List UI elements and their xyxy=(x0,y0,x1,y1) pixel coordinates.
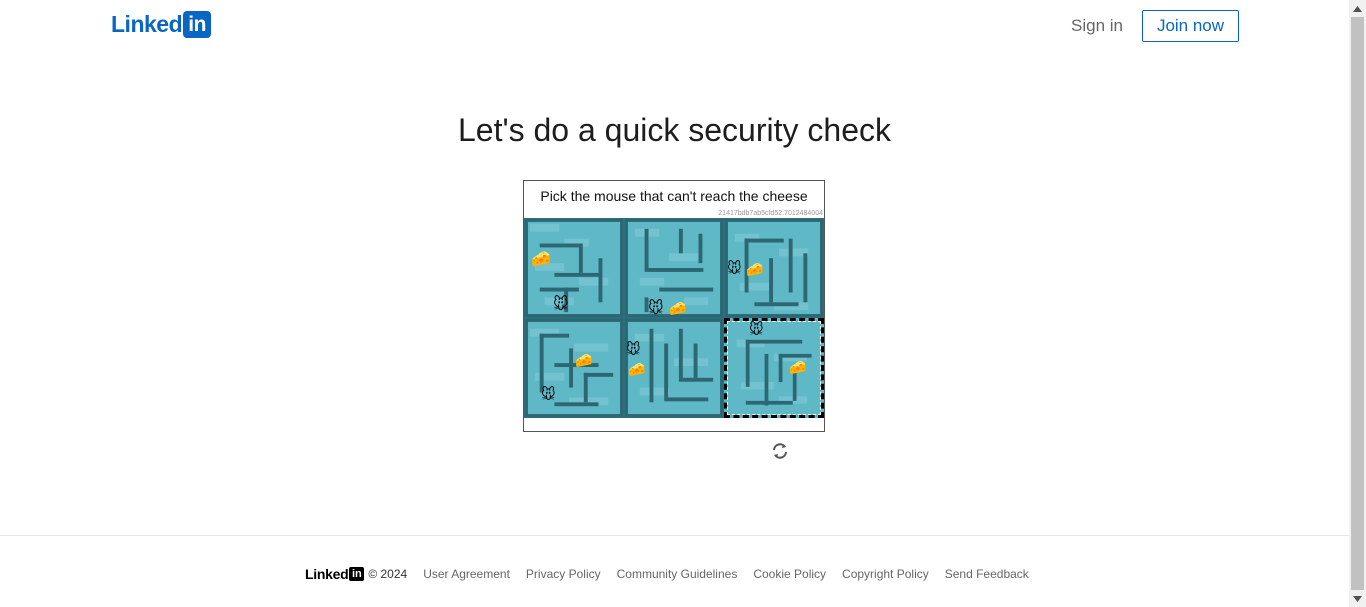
footer-link-community-guidelines[interactable]: Community Guidelines xyxy=(617,567,738,581)
cheese-icon: 🧀 xyxy=(531,251,551,268)
maze-tile-4[interactable]: 🧀 🐭 xyxy=(524,318,624,418)
mouse-icon: 🐭 xyxy=(648,300,664,317)
logo-in-box: in xyxy=(183,10,212,38)
maze-tile-3[interactable]: 🐭 🧀 xyxy=(724,218,824,318)
mouse-icon: 🐭 xyxy=(626,341,641,357)
captcha-grid: 🧀 🐭 🐭 🧀 🐭 🧀 🧀 🐭 🐭 🧀 🐭 🧀 xyxy=(524,218,824,418)
maze-4-image xyxy=(525,319,623,417)
maze-tile-6[interactable]: 🐭 🧀 xyxy=(724,318,824,418)
mouse-icon: 🐭 xyxy=(749,321,764,337)
cheese-icon: 🧀 xyxy=(789,359,807,375)
captcha-widget: Pick the mouse that can't reach the chee… xyxy=(523,180,825,432)
sign-in-link[interactable]: Sign in xyxy=(1064,10,1130,42)
join-now-button[interactable]: Join now xyxy=(1142,10,1239,42)
footer-logo-word: Linked xyxy=(305,566,349,582)
scrollbar[interactable] xyxy=(1349,0,1366,607)
main-content: Linked in Sign in Join now Let's do a qu… xyxy=(0,0,1349,607)
footer-link-copyright-policy[interactable]: Copyright Policy xyxy=(842,567,929,581)
footer-logo-in: in xyxy=(351,567,362,580)
scroll-up-arrow-icon[interactable] xyxy=(1349,0,1366,17)
cheese-icon: 🧀 xyxy=(746,261,764,277)
maze-tile-5[interactable]: 🐭 🧀 xyxy=(624,318,724,418)
captcha-hash: 21417bdb7ab5cfd52.7012484004 xyxy=(718,210,823,217)
mouse-icon: 🐭 xyxy=(553,296,569,313)
logo-word: Linked xyxy=(111,11,183,37)
footer-link-send-feedback[interactable]: Send Feedback xyxy=(945,567,1029,581)
footer-link-cookie-policy[interactable]: Cookie Policy xyxy=(753,567,826,581)
scroll-down-arrow-icon[interactable] xyxy=(1349,590,1366,607)
footer-logo-box: in xyxy=(349,567,365,581)
footer-row: Linked in © 2024 User Agreement Privacy … xyxy=(305,566,1045,582)
footer: Linked in © 2024 User Agreement Privacy … xyxy=(0,535,1349,607)
linkedin-logo[interactable]: Linked in xyxy=(111,10,212,38)
refresh-icon[interactable] xyxy=(770,441,790,461)
logo-in-text: in xyxy=(188,12,206,36)
mouse-icon: 🐭 xyxy=(541,386,556,402)
copyright: © 2024 xyxy=(368,567,408,581)
footer-logo: Linked in xyxy=(305,566,365,582)
footer-link-user-agreement[interactable]: User Agreement xyxy=(423,567,510,581)
maze-6-image xyxy=(736,339,812,406)
mouse-icon: 🐭 xyxy=(727,260,742,276)
page-title: Let's do a quick security check xyxy=(458,112,891,148)
cheese-icon: 🧀 xyxy=(575,352,593,368)
captcha-prompt: Pick the mouse that can't reach the chee… xyxy=(540,188,808,204)
cheese-icon: 🧀 xyxy=(628,361,646,377)
footer-link-privacy-policy[interactable]: Privacy Policy xyxy=(526,567,601,581)
scrollbar-thumb[interactable] xyxy=(1351,17,1364,590)
maze-tile-1[interactable]: 🧀 🐭 xyxy=(524,218,624,318)
page: Linked in Sign in Join now Let's do a qu… xyxy=(0,0,1366,607)
cheese-icon: 🧀 xyxy=(669,300,687,316)
maze-tile-2[interactable]: 🐭 🧀 xyxy=(624,218,724,318)
